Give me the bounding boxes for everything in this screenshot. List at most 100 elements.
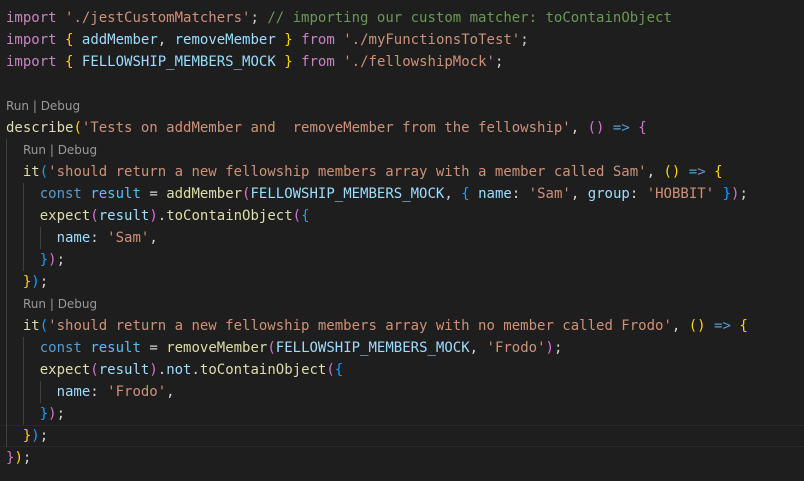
code-token: it xyxy=(22,164,40,180)
code-token: // importing our custom matcher: toConta… xyxy=(267,10,672,26)
code-token: ( xyxy=(90,208,99,224)
current-line-highlight xyxy=(0,425,804,447)
code-line[interactable]: name: 'Frodo', xyxy=(6,381,175,403)
codelens-run-link[interactable]: Run xyxy=(23,143,46,157)
code-line[interactable]: }); xyxy=(6,249,65,271)
code-token: ; xyxy=(56,252,66,268)
codelens-debug-link[interactable]: Debug xyxy=(58,143,97,157)
code-token: ; xyxy=(553,340,563,356)
code-token: ) xyxy=(149,362,158,378)
code-line[interactable]: import { FELLOWSHIP_MEMBERS_MOCK } from … xyxy=(6,51,503,73)
code-line[interactable]: expect(result).not.toContainObject({ xyxy=(6,359,344,381)
code-token: from xyxy=(301,32,335,48)
code-token: result xyxy=(98,208,150,224)
code-line[interactable]: it('should return a new fellowship membe… xyxy=(6,161,723,183)
code-line[interactable]: }); xyxy=(6,271,48,293)
code-token: ) xyxy=(48,406,57,422)
code-token: 'Frodo' xyxy=(107,384,167,400)
codelens-debug-link[interactable]: Debug xyxy=(58,297,97,311)
code-token: { xyxy=(739,318,748,334)
code-token: './fellowshipMock' xyxy=(343,54,495,70)
code-token: , xyxy=(166,384,175,400)
code-line[interactable]: const result = removeMember(FELLOWSHIP_M… xyxy=(6,337,563,359)
code-token: } xyxy=(722,186,732,202)
code-token: 'Frodo' xyxy=(486,340,546,356)
codelens: Run | Debug xyxy=(6,95,80,117)
code-token: expect xyxy=(39,208,91,224)
code-token: , xyxy=(646,164,664,180)
indent-guide xyxy=(6,139,7,161)
code-editor[interactable]: import './jestCustomMatchers'; // import… xyxy=(0,0,804,481)
code-line[interactable]: }); xyxy=(6,425,48,447)
code-token: = xyxy=(140,186,167,202)
code-line[interactable]: }); xyxy=(6,447,31,469)
code-token: } xyxy=(284,54,293,70)
code-token: const xyxy=(39,340,82,356)
code-token: const xyxy=(39,186,82,202)
code-token: ) xyxy=(14,450,23,466)
code-line[interactable]: import { addMember, removeMember } from … xyxy=(6,29,529,51)
codelens-separator: | xyxy=(29,99,41,113)
codelens: Run | Debug xyxy=(23,293,97,315)
code-token: => xyxy=(688,164,706,180)
code-token: 'Tests on addMember and removeMember fro… xyxy=(81,120,571,136)
code-token: ; xyxy=(56,406,66,422)
code-line[interactable]: expect(result).toContainObject({ xyxy=(6,205,310,227)
code-token: ) xyxy=(48,252,57,268)
code-token: { xyxy=(461,186,470,202)
code-line[interactable]: name: 'Sam', xyxy=(6,227,158,249)
code-token: removeMember xyxy=(174,32,276,48)
codelens-run-link[interactable]: Run xyxy=(6,99,29,113)
code-token: ) xyxy=(31,428,40,444)
code-token: FELLOWSHIP_MEMBERS_MOCK xyxy=(81,54,276,70)
code-token: , xyxy=(570,186,588,202)
code-token: () xyxy=(587,120,605,136)
code-line[interactable]: it('should return a new fellowship membe… xyxy=(6,315,748,337)
code-token: FELLOWSHIP_MEMBERS_MOCK xyxy=(275,340,470,356)
code-token: './myFunctionsToTest' xyxy=(343,32,521,48)
code-token: . xyxy=(157,208,167,224)
code-line[interactable]: const result = addMember(FELLOWSHIP_MEMB… xyxy=(6,183,748,205)
code-token: ; xyxy=(494,54,504,70)
code-token: } xyxy=(39,252,49,268)
code-token: result xyxy=(98,362,150,378)
code-token: './jestCustomMatchers' xyxy=(65,10,251,26)
code-token: , xyxy=(157,32,175,48)
code-token: } xyxy=(39,406,49,422)
code-token: import xyxy=(6,54,57,70)
code-line[interactable]: describe('Tests on addMember and removeM… xyxy=(6,117,647,139)
code-token: , xyxy=(570,120,588,136)
code-token: 'Sam' xyxy=(528,186,571,202)
code-token: toContainObject xyxy=(199,362,327,378)
code-token: { xyxy=(301,208,310,224)
code-line[interactable]: import './jestCustomMatchers'; // import… xyxy=(6,7,672,29)
code-token: import xyxy=(6,32,57,48)
code-token: ( xyxy=(292,208,302,224)
codelens: Run | Debug xyxy=(23,139,97,161)
codelens-debug-link[interactable]: Debug xyxy=(41,99,80,113)
code-token: result xyxy=(90,186,141,202)
codelens-separator: | xyxy=(46,143,58,157)
codelens-run-link[interactable]: Run xyxy=(23,297,46,311)
code-token: , xyxy=(444,186,462,202)
code-token: 'HOBBIT' xyxy=(646,186,715,202)
code-token: group xyxy=(587,186,630,202)
code-token: ) xyxy=(149,208,158,224)
code-token: from xyxy=(301,54,335,70)
code-token: { xyxy=(334,362,344,378)
code-line[interactable]: }); xyxy=(6,403,65,425)
